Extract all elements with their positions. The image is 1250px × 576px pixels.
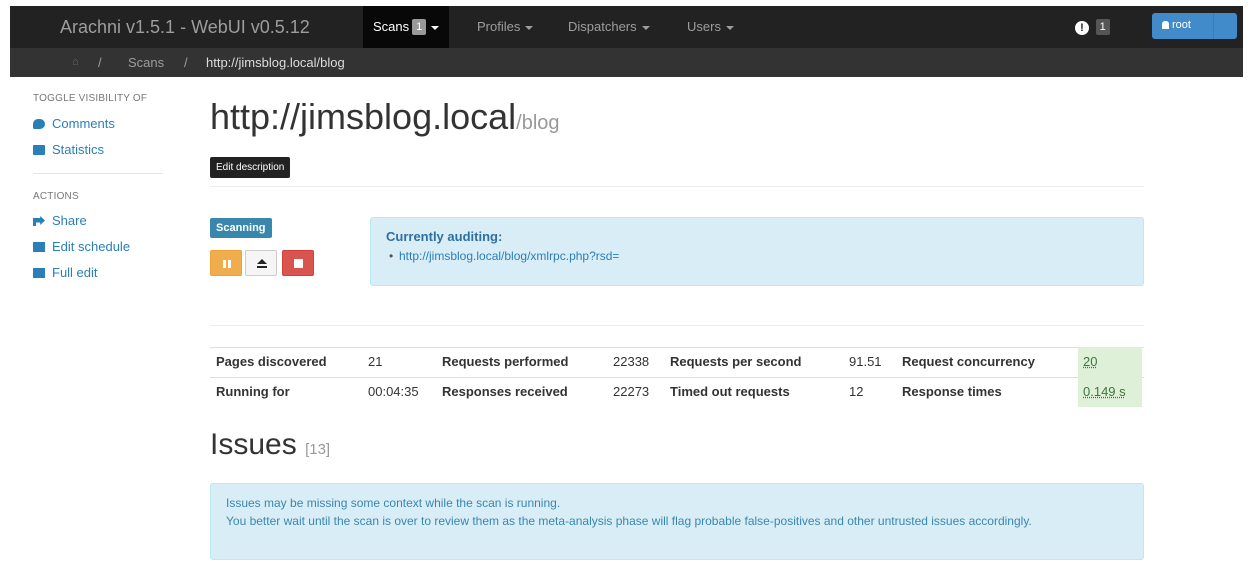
stat-value: 91.51 <box>849 354 882 369</box>
actions-heading: ACTIONS <box>33 191 79 202</box>
left-margin <box>0 0 10 576</box>
nav-users[interactable]: Users <box>687 6 734 48</box>
sidebar-item-label: Statistics <box>52 142 105 157</box>
nav-profiles[interactable]: Profiles <box>477 6 534 48</box>
breadcrumb-separator: / <box>98 55 102 70</box>
stat-value: 22273 <box>613 384 650 399</box>
sidebar-divider <box>33 173 163 174</box>
chevron-down-icon <box>725 25 734 30</box>
exclamation-icon: ! <box>1075 20 1089 35</box>
issues-heading: Issues [13] <box>210 428 330 462</box>
sidebar-item-label: Edit schedule <box>52 239 131 254</box>
nav-dispatchers-label: Dispatchers <box>568 19 637 34</box>
nav-users-label: Users <box>687 19 721 34</box>
nav-profiles-label: Profiles <box>477 19 521 34</box>
request-concurrency-link[interactable]: 20 <box>1078 347 1142 377</box>
currently-auditing-panel: Currently auditing: http://jimsblog.loca… <box>370 217 1144 286</box>
stat-label: Response times <box>902 384 1002 399</box>
sidebar-item-label: Full edit <box>52 265 98 280</box>
sidebar-item-edit-schedule[interactable]: Edit schedule <box>33 239 130 254</box>
breadcrumb-scans[interactable]: Scans <box>128 48 164 77</box>
issues-notice-line: You better wait until the scan is over t… <box>226 514 1032 528</box>
stat-label: Requests performed <box>442 354 569 369</box>
breadcrumb-current: http://jimsblog.local/blog <box>206 55 345 70</box>
notification-count-badge: 1 <box>1095 19 1110 35</box>
comments-icon <box>33 119 45 129</box>
divider <box>210 186 1144 187</box>
edit-description-button[interactable]: Edit description <box>210 157 291 178</box>
stat-value: 12 <box>849 384 864 399</box>
stat-label: Pages discovered <box>216 354 327 369</box>
issues-notice-line: Issues may be missing some context while… <box>226 496 561 510</box>
scans-count-badge: 1 <box>412 19 427 35</box>
right-margin <box>1243 0 1250 576</box>
suspend-button[interactable] <box>245 250 277 276</box>
issues-title: Issues <box>210 428 297 461</box>
stat-label: Running for <box>216 384 290 399</box>
abort-button[interactable] <box>282 250 314 276</box>
edit-icon <box>33 268 45 278</box>
nav-scans[interactable]: Scans 1 <box>363 6 450 48</box>
page-title-host: http://jimsblog.local <box>210 96 517 137</box>
currently-auditing-title: Currently auditing: <box>386 229 503 244</box>
status-badge: Scanning <box>210 218 272 238</box>
sidebar-item-share[interactable]: Share <box>33 213 87 228</box>
chevron-down-icon <box>431 25 440 30</box>
stat-value: 00:04:35 <box>368 384 419 399</box>
user-label: root <box>1172 19 1191 31</box>
pause-button[interactable] <box>210 250 242 276</box>
nav-scans-label: Scans <box>373 19 410 34</box>
chevron-down-icon <box>525 25 534 30</box>
sidebar-item-statistics[interactable]: Statistics <box>33 142 104 157</box>
sidebar-item-full-edit[interactable]: Full edit <box>33 265 98 280</box>
brand-title[interactable]: Arachni v1.5.1 - WebUI v0.5.12 <box>60 6 310 48</box>
sidebar-item-label: Share <box>52 213 87 228</box>
breadcrumb: ⌂ / Scans / http://jimsblog.local/blog <box>10 48 1243 77</box>
statistics-icon <box>33 145 45 155</box>
stat-value: 21 <box>368 354 383 369</box>
page-title-path: /blog <box>516 112 560 134</box>
stat-label: Requests per second <box>670 354 802 369</box>
stat-label: Responses received <box>442 384 568 399</box>
calendar-icon <box>33 242 45 252</box>
chevron-down-icon <box>641 25 650 30</box>
stat-value: 22338 <box>613 354 650 369</box>
top-navbar: Arachni v1.5.1 - WebUI v0.5.12 Scans 1 Pr… <box>10 6 1243 48</box>
divider <box>210 325 1144 326</box>
share-icon <box>33 216 45 226</box>
issues-count: [13] <box>305 441 331 458</box>
issues-notice: Issues may be missing some context while… <box>210 483 1144 560</box>
currently-auditing-url[interactable]: http://jimsblog.local/blog/xmlrpc.php?rs… <box>389 249 619 263</box>
stat-label: Request concurrency <box>902 354 1035 369</box>
toggle-visibility-heading: TOGGLE VISIBILITY OF <box>33 93 148 104</box>
home-icon[interactable]: ⌂ <box>72 48 79 77</box>
sidebar-item-comments[interactable]: Comments <box>33 116 115 131</box>
breadcrumb-separator: / <box>184 55 188 70</box>
sidebar-item-label: Comments <box>52 116 115 131</box>
page-title: http://jimsblog.local/blog <box>210 96 560 138</box>
nav-dispatchers[interactable]: Dispatchers <box>568 6 650 48</box>
user-button[interactable]: root <box>1152 13 1237 39</box>
response-times-link[interactable]: 0.149 s <box>1078 377 1142 407</box>
stat-label: Timed out requests <box>670 384 790 399</box>
user-dropdown-toggle[interactable] <box>1213 13 1237 39</box>
notifications-dropdown[interactable]: ! 1 <box>1075 6 1110 48</box>
user-icon <box>1162 21 1169 29</box>
